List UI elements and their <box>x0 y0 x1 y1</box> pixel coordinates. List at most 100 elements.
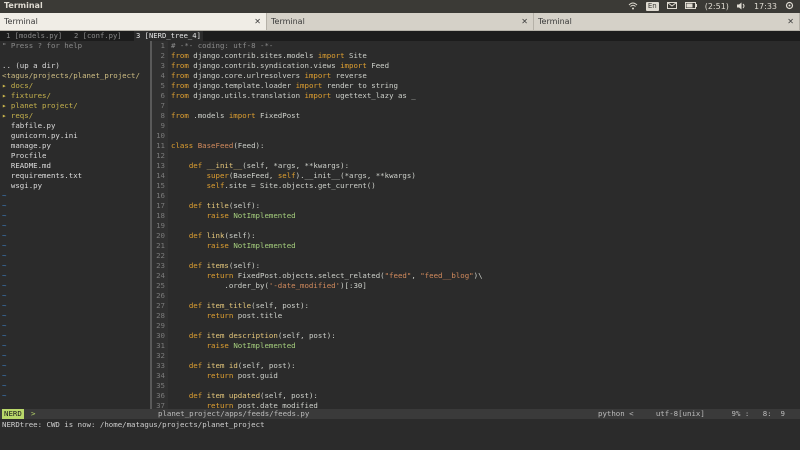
terminal-tab-1[interactable]: Terminal ✕ <box>0 13 267 30</box>
nerdtree-root[interactable]: <tagus/projects/planet_project/ <box>0 71 150 81</box>
terminal-content[interactable]: 1 [models.py] 2 [conf.py] 3 [NERD_tree_4… <box>0 31 800 450</box>
code-line[interactable]: 10 <box>152 131 800 141</box>
nerdtree-file-item[interactable]: README.md <box>0 161 150 171</box>
empty-line-tilde: ~ <box>2 331 7 340</box>
terminal-tab-3[interactable]: Terminal ✕ <box>534 13 800 30</box>
code-line[interactable]: 5 from django.template.loader import rend… <box>152 81 800 91</box>
nerdtree-pane[interactable]: " Press ? for help .. (up a dir) <tagus/… <box>0 41 150 409</box>
line-number: 8 <box>160 111 165 120</box>
close-tab-icon[interactable]: ✕ <box>787 13 794 30</box>
code-line[interactable]: 32 <box>152 351 800 361</box>
code-line[interactable]: 12 <box>152 151 800 161</box>
code-line[interactable]: 23 def items(self): <box>152 261 800 271</box>
code-line[interactable]: 18 raise NotImplemented <box>152 211 800 221</box>
code-line[interactable]: 25 .order_by('-date_modified')[:30] <box>152 281 800 291</box>
code-text: from .models import FixedPost <box>171 111 301 120</box>
code-line[interactable]: 13 def __init__(self, *args, **kwargs): <box>152 161 800 171</box>
code-line[interactable]: 29 <box>152 321 800 331</box>
nerdtree-file-item[interactable]: manage.py <box>0 141 150 151</box>
code-line[interactable]: 3 from django.contrib.syndication.views i… <box>152 61 800 71</box>
line-number: 6 <box>160 91 165 100</box>
code-line[interactable]: 15 self.site = Site.objects.get_current(… <box>152 181 800 191</box>
nerdtree-file-item[interactable]: wsgi.py <box>0 181 150 191</box>
editor-pane[interactable]: 1 # -*- coding: utf-8 -*- 2 from django.con… <box>152 41 800 409</box>
code-line[interactable]: 9 <box>152 121 800 131</box>
mail-icon[interactable] <box>666 2 677 11</box>
code-line[interactable]: 2 from django.contrib.sites.models import… <box>152 51 800 61</box>
code-line[interactable]: 37 return post.date modified <box>152 401 800 409</box>
battery-time: (2:51) <box>704 2 729 11</box>
code-line[interactable]: 14 super(BaseFeed, self).__init__(*args,… <box>152 171 800 181</box>
line-number: 12 <box>156 151 165 160</box>
status-col: 9 <box>780 409 785 418</box>
code-line[interactable]: 24 return FixedPost.objects.select_relat… <box>152 271 800 281</box>
empty-line-tilde: ~ <box>2 261 7 270</box>
line-number: 31 <box>156 341 165 350</box>
empty-line-tilde: ~ <box>2 351 7 360</box>
line-number: 28 <box>156 311 165 320</box>
code-line[interactable]: 17 def title(self): <box>152 201 800 211</box>
code-line[interactable]: 36 def item updated(self, post): <box>152 391 800 401</box>
code-line[interactable]: 19 <box>152 221 800 231</box>
vim-tab-nerdtree[interactable]: 3 [NERD_tree_4] <box>134 31 203 41</box>
terminal-tab-2[interactable]: Terminal ✕ <box>267 13 534 30</box>
nerdtree-dir-item[interactable]: ▸ reqs/ <box>0 111 150 121</box>
nerdtree-file-item[interactable]: gunicorn.py.ini <box>0 131 150 141</box>
keyboard-layout-indicator[interactable]: En <box>645 2 659 11</box>
app-title: Terminal <box>4 1 43 10</box>
code-line[interactable]: 16 <box>152 191 800 201</box>
vim-command-line[interactable]: NERDtree: CWD is now: /home/matagus/proj… <box>0 419 800 431</box>
status-filetype: python < <box>598 409 634 418</box>
battery-icon[interactable] <box>684 2 697 11</box>
power-gear-icon[interactable] <box>785 1 794 12</box>
nerdtree-dir-item[interactable]: ▸ planet project/ <box>0 101 150 111</box>
code-line[interactable]: 34 return post.guid <box>152 371 800 381</box>
vim-tab-models[interactable]: 1 [models.py] <box>4 31 64 41</box>
vim-tabline: 1 [models.py] 2 [conf.py] 3 [NERD_tree_4… <box>0 31 800 41</box>
nerdtree-dir-item[interactable]: ▸ fixtures/ <box>0 91 150 101</box>
nerdtree-file-item[interactable]: Procfile <box>0 151 150 161</box>
line-number: 1 <box>160 41 165 50</box>
code-line[interactable]: 30 def item description(self, post): <box>152 331 800 341</box>
code-line[interactable]: 4 from django.core.urlresolvers import re… <box>152 71 800 81</box>
status-line: 8: <box>762 409 772 418</box>
code-line[interactable]: 27 def item_title(self, post): <box>152 301 800 311</box>
code-text: def title(self): <box>188 201 261 210</box>
code-line[interactable]: 22 <box>152 251 800 261</box>
code-text: def link(self): <box>188 231 256 240</box>
code-line[interactable]: 26 <box>152 291 800 301</box>
code-line[interactable]: 21 raise NotImplemented <box>152 241 800 251</box>
line-number: 33 <box>156 361 165 370</box>
clock[interactable]: 17:33 <box>754 2 777 11</box>
line-number: 24 <box>156 271 165 280</box>
code-text: def item_title(self, post): <box>188 301 309 310</box>
nerdtree-dir-item[interactable]: ▸ docs/ <box>0 81 150 91</box>
code-line[interactable]: 20 def link(self): <box>152 231 800 241</box>
code-line[interactable]: 33 def item id(self, post): <box>152 361 800 371</box>
nerdtree-file-item[interactable]: fabfile.py <box>0 121 150 131</box>
code-line[interactable]: 31 raise NotImplemented <box>152 341 800 351</box>
vim-tab-conf[interactable]: 2 [conf.py] <box>72 31 124 41</box>
code-text: return post.title <box>206 311 283 320</box>
close-tab-icon[interactable]: ✕ <box>254 13 261 30</box>
line-number: 20 <box>156 231 165 240</box>
code-line[interactable]: 6 from django.utils.translation import ug… <box>152 91 800 101</box>
volume-icon[interactable] <box>736 2 746 12</box>
code-line[interactable]: 11 class BaseFeed(Feed): <box>152 141 800 151</box>
empty-line-tilde: ~ <box>2 271 7 280</box>
nerdtree-up-dir[interactable]: .. (up a dir) <box>0 61 150 71</box>
wifi-icon[interactable] <box>628 2 638 12</box>
empty-line-tilde: ~ <box>2 341 7 350</box>
line-number: 32 <box>156 351 165 360</box>
line-number: 34 <box>156 371 165 380</box>
code-text: def item description(self, post): <box>188 331 336 340</box>
close-tab-icon[interactable]: ✕ <box>521 13 528 30</box>
code-line[interactable]: 7 <box>152 101 800 111</box>
code-text: raise NotImplemented <box>206 211 296 220</box>
code-line[interactable]: 35 <box>152 381 800 391</box>
code-text: return FixedPost.objects.select_related(… <box>206 271 483 280</box>
code-line[interactable]: 8 from .models import FixedPost <box>152 111 800 121</box>
code-line[interactable]: 1 # -*- coding: utf-8 -*- <box>152 41 800 51</box>
nerdtree-file-item[interactable]: requirements.txt <box>0 171 150 181</box>
code-line[interactable]: 28 return post.title <box>152 311 800 321</box>
